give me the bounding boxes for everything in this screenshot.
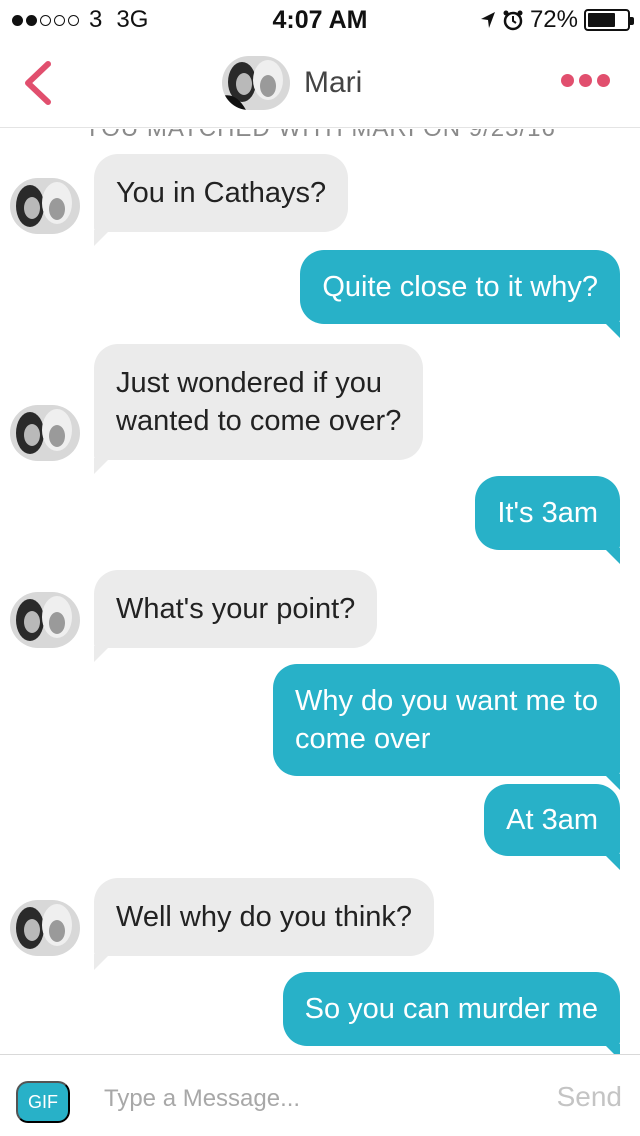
incoming-message-bubble[interactable]: Just wondered if you wanted to come over…	[94, 344, 424, 474]
contact-avatar[interactable]	[222, 56, 290, 110]
back-chevron-icon[interactable]	[20, 60, 54, 106]
match-banner: YOU MATCHED WITH MARI ON 9/23/16	[0, 129, 640, 143]
message-text: Just wondered if you	[116, 367, 382, 399]
message-text: So you can murder me	[304, 993, 598, 1025]
message-text: wanted to come over?	[116, 405, 402, 437]
incoming-message-bubble[interactable]: What's your point?	[94, 570, 378, 662]
message-text: Why do you want me to	[294, 685, 598, 717]
message-text: At 3am	[506, 804, 598, 836]
outgoing-message-bubble[interactable]: It's 3am	[475, 476, 620, 564]
message-text: Quite close to it why?	[322, 271, 598, 303]
outgoing-message-bubble[interactable]: Quite close to it why?	[300, 250, 620, 338]
message-text: You in Cathays?	[116, 177, 327, 209]
contact-profile-link[interactable]: Mari	[222, 56, 362, 110]
chat-header: Mari	[0, 44, 640, 128]
incoming-message-bubble[interactable]: Well why do you think?	[94, 878, 435, 970]
battery-percent: 72%	[529, 6, 578, 33]
outgoing-message-bubble[interactable]: At 3am	[484, 784, 620, 870]
status-bar: 3 3G 4:07 AM 72%	[0, 0, 640, 40]
sender-avatar[interactable]	[10, 405, 80, 461]
incoming-message-bubble[interactable]: You in Cathays?	[94, 154, 349, 246]
message-text: Well why do you think?	[116, 901, 413, 933]
alarm-icon	[503, 10, 523, 31]
outgoing-message-bubble[interactable]: Why do you want me to come over	[272, 664, 621, 790]
compose-bar: GIF Send	[0, 1054, 640, 1136]
gif-button[interactable]: GIF	[16, 1081, 70, 1123]
message-text: What's your point?	[116, 593, 356, 625]
status-right: 72%	[480, 6, 634, 34]
battery-icon	[584, 9, 634, 31]
sender-avatar[interactable]	[10, 178, 80, 234]
more-options-icon[interactable]	[561, 74, 610, 87]
sender-avatar[interactable]	[10, 592, 80, 648]
contact-name: Mari	[304, 66, 363, 99]
send-button[interactable]: Send	[557, 1081, 622, 1113]
message-input[interactable]	[104, 1079, 524, 1119]
message-list[interactable]: YOU MATCHED WITH MARI ON 9/23/16 You in …	[0, 129, 640, 1054]
message-text: It's 3am	[497, 497, 598, 529]
outgoing-message-bubble[interactable]: So you can murder me	[282, 972, 621, 1054]
location-arrow-icon	[480, 12, 495, 28]
message-text: come over	[294, 723, 431, 755]
sender-avatar[interactable]	[10, 900, 80, 956]
